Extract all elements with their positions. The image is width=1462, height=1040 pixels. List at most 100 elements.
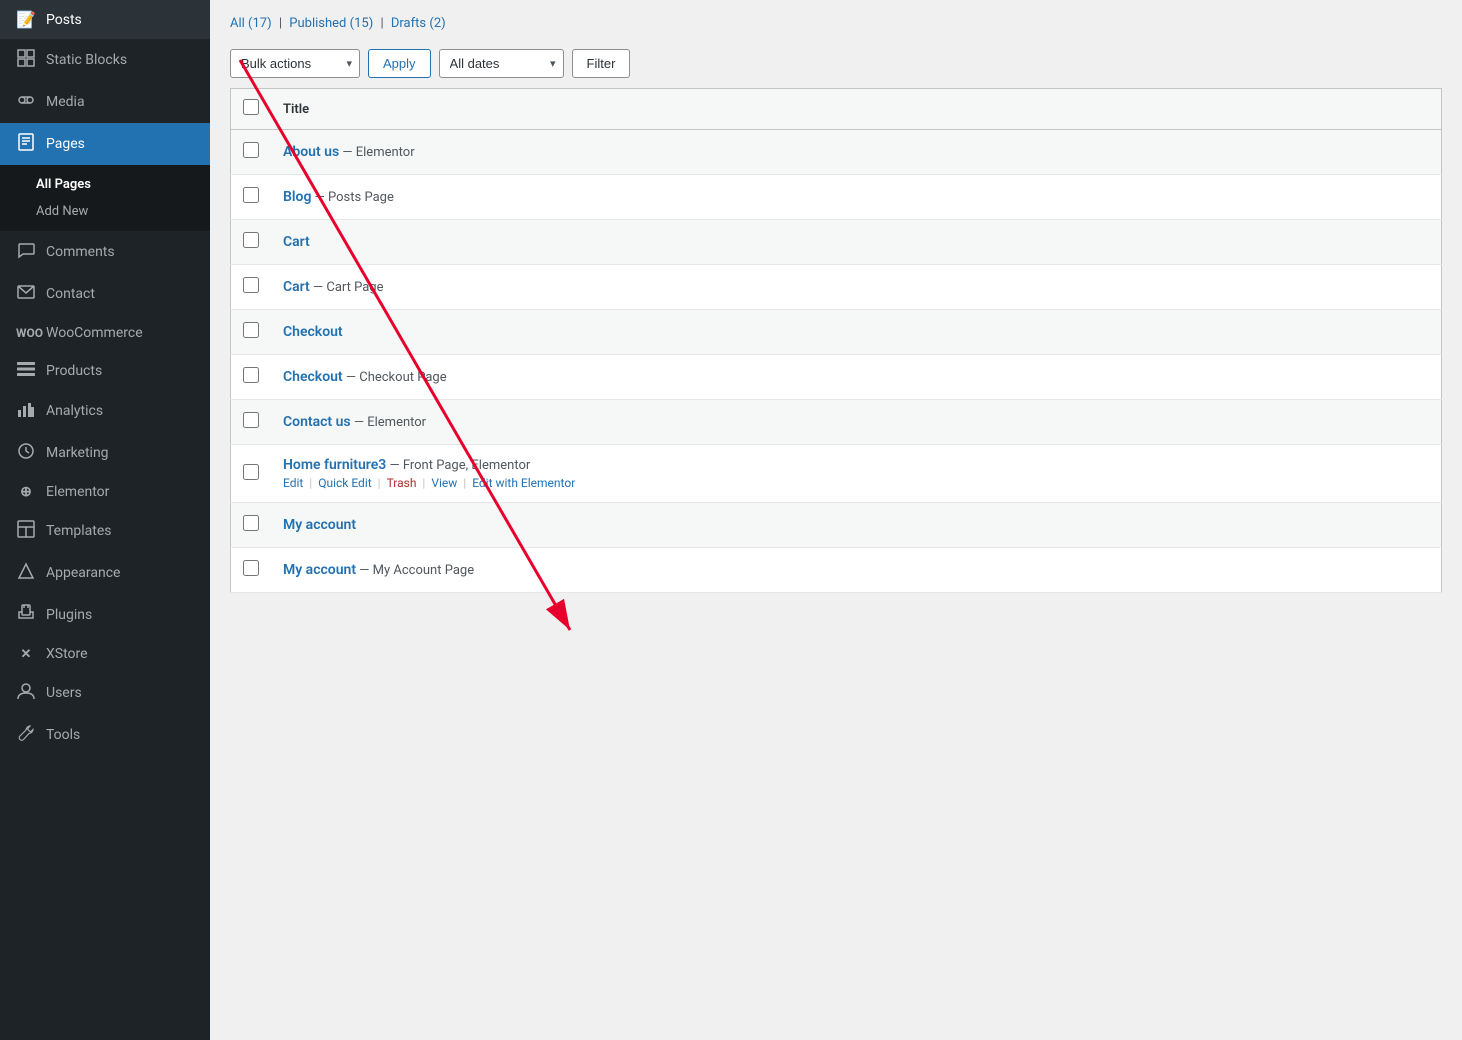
marketing-icon <box>16 442 36 464</box>
page-title-suffix: — Elementor <box>351 415 426 430</box>
select-all-checkbox[interactable] <box>243 99 259 115</box>
page-title-suffix: — Checkout Page <box>343 370 447 385</box>
table-row: Cart — Cart Page <box>231 265 1442 310</box>
sidebar-label-marketing: Marketing <box>46 445 109 461</box>
posts-icon: 📝 <box>16 10 36 29</box>
date-filter-select[interactable]: All dates January 2024 February 2024 <box>439 49 564 78</box>
sidebar-label-elementor: Elementor <box>46 484 109 500</box>
sidebar-item-templates[interactable]: Templates <box>0 510 210 552</box>
table-row: Checkout — Checkout Page <box>231 355 1442 400</box>
sidebar-item-appearance[interactable]: Appearance <box>0 552 210 594</box>
page-title-link[interactable]: Home furniture3 <box>283 457 386 473</box>
row-action-view[interactable]: View <box>431 476 457 490</box>
row-checkbox[interactable] <box>243 560 259 576</box>
filter-button[interactable]: Filter <box>572 49 631 78</box>
row-checkbox[interactable] <box>243 232 259 248</box>
page-title-link[interactable]: Checkout <box>283 369 343 385</box>
sidebar-label-xstore: XStore <box>46 646 88 662</box>
row-action-edit[interactable]: Edit <box>283 476 303 490</box>
sidebar-item-media[interactable]: Media <box>0 81 210 123</box>
drafts-filter-link[interactable]: Drafts (2) <box>391 16 446 31</box>
row-checkbox[interactable] <box>243 367 259 383</box>
row-checkbox[interactable] <box>243 277 259 293</box>
static-blocks-icon <box>16 49 36 71</box>
sidebar-label-contact: Contact <box>46 286 95 302</box>
title-column-header: Title <box>271 89 1442 130</box>
submenu-all-pages[interactable]: All Pages <box>0 171 210 198</box>
sidebar-item-static-blocks[interactable]: Static Blocks <box>0 39 210 81</box>
sidebar-item-products[interactable]: Products <box>0 351 210 390</box>
page-title-suffix: — My Account Page <box>356 563 474 578</box>
page-title-link[interactable]: Checkout <box>283 324 343 340</box>
elementor-icon: ⊕ <box>16 484 36 500</box>
bulk-actions-select[interactable]: Bulk actions Edit Move to Trash <box>230 49 360 78</box>
sidebar-item-tools[interactable]: Tools <box>0 714 210 756</box>
main-content: All (17) | Published (15) | Drafts (2) B… <box>210 0 1462 1040</box>
tools-icon <box>16 724 36 746</box>
plugins-icon <box>16 604 36 626</box>
table-row: Contact us — Elementor <box>231 400 1442 445</box>
page-title-link[interactable]: Cart <box>283 279 310 295</box>
analytics-icon <box>16 400 36 422</box>
submenu-add-new[interactable]: Add New <box>0 198 210 225</box>
page-title-link[interactable]: My account <box>283 517 356 533</box>
apply-button[interactable]: Apply <box>368 49 431 78</box>
row-checkbox[interactable] <box>243 187 259 203</box>
sidebar-item-users[interactable]: Users <box>0 672 210 714</box>
sidebar-label-templates: Templates <box>46 523 112 539</box>
sidebar-item-woocommerce[interactable]: WOO WooCommerce <box>0 315 210 351</box>
media-icon <box>16 91 36 113</box>
sidebar-item-elementor[interactable]: ⊕ Elementor <box>0 474 210 510</box>
table-header-row: Title <box>231 89 1442 130</box>
pages-table: Title About us — Elementor Blog — Posts P… <box>230 88 1442 593</box>
row-action-quick-edit[interactable]: Quick Edit <box>318 476 371 490</box>
sidebar-label-plugins: Plugins <box>46 607 92 623</box>
page-stats: All (17) | Published (15) | Drafts (2) <box>230 16 1442 31</box>
sidebar: 📝 Posts Static Blocks Media Pages All Pa… <box>0 0 210 1040</box>
sidebar-label-appearance: Appearance <box>46 565 120 581</box>
pages-table-body: About us — Elementor Blog — Posts Page Car… <box>231 130 1442 593</box>
sidebar-label-woocommerce: WooCommerce <box>46 325 143 341</box>
sidebar-item-pages[interactable]: Pages <box>0 123 210 165</box>
page-title-link[interactable]: Cart <box>283 234 310 250</box>
sidebar-item-contact[interactable]: Contact <box>0 273 210 315</box>
sidebar-item-comments[interactable]: Comments <box>0 231 210 273</box>
page-title-link[interactable]: Blog <box>283 189 311 205</box>
pages-submenu: All Pages Add New <box>0 165 210 231</box>
page-title-link[interactable]: My account <box>283 562 356 578</box>
page-header: All (17) | Published (15) | Drafts (2) B… <box>210 0 1462 88</box>
sidebar-item-analytics[interactable]: Analytics <box>0 390 210 432</box>
woocommerce-icon: WOO <box>16 326 36 340</box>
appearance-icon <box>16 562 36 584</box>
sidebar-label-analytics: Analytics <box>46 403 103 419</box>
row-checkbox[interactable] <box>243 412 259 428</box>
sidebar-item-posts[interactable]: 📝 Posts <box>0 0 210 39</box>
sidebar-label-pages: Pages <box>46 136 85 152</box>
row-checkbox[interactable] <box>243 142 259 158</box>
all-filter-link[interactable]: All (17) <box>230 16 275 31</box>
row-checkbox[interactable] <box>243 515 259 531</box>
page-title-suffix: — Cart Page <box>310 280 384 295</box>
page-title-link[interactable]: Contact us <box>283 414 351 430</box>
sidebar-item-marketing[interactable]: Marketing <box>0 432 210 474</box>
page-title-suffix: — Elementor <box>339 145 414 160</box>
sidebar-item-plugins[interactable]: Plugins <box>0 594 210 636</box>
row-checkbox[interactable] <box>243 322 259 338</box>
row-action-edit-elementor[interactable]: Edit with Elementor <box>472 476 575 490</box>
table-row: Cart <box>231 220 1442 265</box>
row-checkbox[interactable] <box>243 464 259 480</box>
sidebar-label-posts: Posts <box>46 12 82 28</box>
contact-icon <box>16 283 36 305</box>
comments-icon <box>16 241 36 263</box>
users-icon <box>16 682 36 704</box>
table-row: Blog — Posts Page <box>231 175 1442 220</box>
page-title-link[interactable]: About us <box>283 144 339 160</box>
bulk-actions-select-wrapper: Bulk actions Edit Move to Trash ▾ <box>230 49 360 78</box>
row-action-trash[interactable]: Trash <box>387 476 417 490</box>
sidebar-label-tools: Tools <box>46 727 80 743</box>
table-row: My account <box>231 503 1442 548</box>
sidebar-label-users: Users <box>46 685 82 701</box>
toolbar: Bulk actions Edit Move to Trash ▾ Apply … <box>230 41 1442 88</box>
published-filter-link[interactable]: Published (15) <box>289 16 376 31</box>
sidebar-item-xstore[interactable]: ✕ XStore <box>0 636 210 672</box>
